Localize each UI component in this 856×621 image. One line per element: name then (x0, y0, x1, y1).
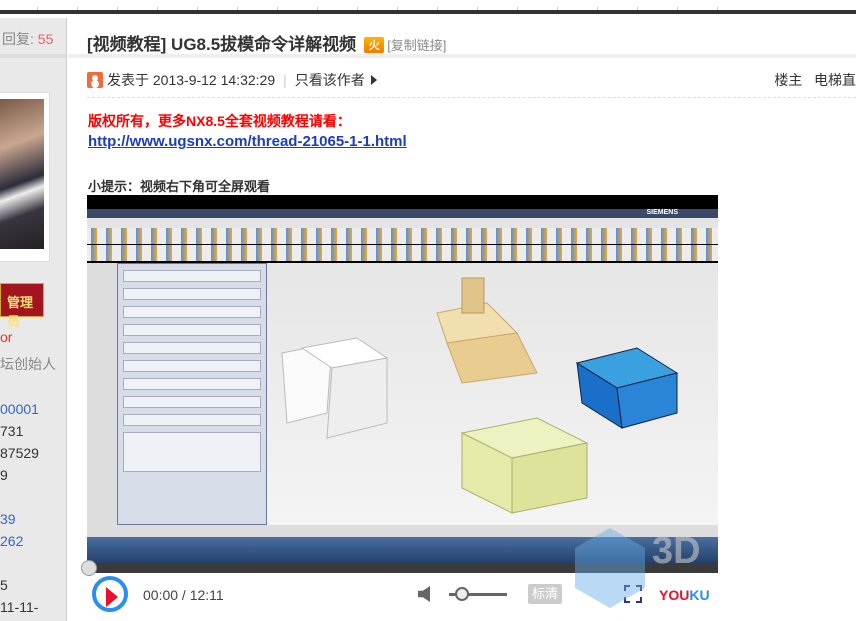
volume-handle[interactable] (454, 587, 469, 601)
user-stat: 9 (0, 467, 8, 483)
fullscreen-tip: 小提示：视频右下角可全屏观看 (88, 179, 271, 194)
user-stat[interactable]: 39 (0, 511, 16, 527)
copy-link-button[interactable]: [复制链接] (387, 38, 446, 53)
volume-icon[interactable] (418, 586, 430, 602)
avatar[interactable] (0, 92, 50, 262)
youku-logo: YOUKU (659, 587, 710, 603)
draft-dialog (117, 263, 267, 525)
hot-icon: 火 (364, 37, 385, 53)
elevator-link[interactable]: 电梯直 (814, 72, 856, 88)
reply-value: 55 (37, 31, 54, 47)
user-title: 坛创始人 (0, 356, 56, 372)
user-icon (87, 72, 103, 88)
top-nav (0, 0, 856, 14)
user-stat[interactable]: 00001 (0, 401, 39, 417)
user-stat[interactable]: 262 (0, 533, 23, 549)
floor-label: 楼主 (774, 72, 803, 88)
user-stat: 11-11- (0, 599, 39, 615)
thread-title-row: [视频教程] UG8.5拔模命令详解视频火 [复制链接] (68, 18, 856, 58)
video-player[interactable]: SIEMENS (87, 195, 718, 573)
nx-toolbar (87, 228, 718, 244)
user-stat: 87529 (0, 445, 39, 461)
quality-button[interactable]: 标清 (528, 584, 562, 604)
user-stat: 731 (0, 423, 24, 439)
nx-statusbar (87, 525, 718, 537)
play-button[interactable] (92, 576, 128, 612)
video-time: 00:00 / 12:11 (143, 587, 224, 603)
post-header: 发表于 2013-9-12 14:32:29 | 只看该作者 楼主 电梯直 (87, 70, 856, 98)
watermark-3d: 3D (652, 530, 701, 572)
nx-menu (87, 218, 718, 228)
caret-right-icon (370, 75, 377, 85)
admin-badge: 管理员 (0, 283, 44, 329)
nx-toolbar (87, 245, 718, 261)
username[interactable]: or (0, 329, 12, 345)
user-stat: 5 (0, 577, 8, 593)
thread-title: [视频教程] UG8.5拔模命令详解视频火 [复制链接] (87, 35, 447, 54)
nx-resource-bar (87, 263, 117, 525)
copyright-text: 版权所有，更多NX8.5全套视频教程请看： (88, 113, 351, 129)
nx-titlebar: SIEMENS (87, 209, 718, 218)
siemens-brand: SIEMENS (646, 209, 678, 216)
reply-label: 回复: (2, 31, 34, 47)
tutorial-link[interactable]: http://www.ugsnx.com/thread-21065-1-1.ht… (88, 133, 407, 150)
post-time: 发表于 2013-9-12 14:32:29 (107, 72, 276, 88)
reply-count: 回复: 55 (0, 18, 66, 58)
only-author-link[interactable]: 只看该作者 (295, 72, 365, 88)
